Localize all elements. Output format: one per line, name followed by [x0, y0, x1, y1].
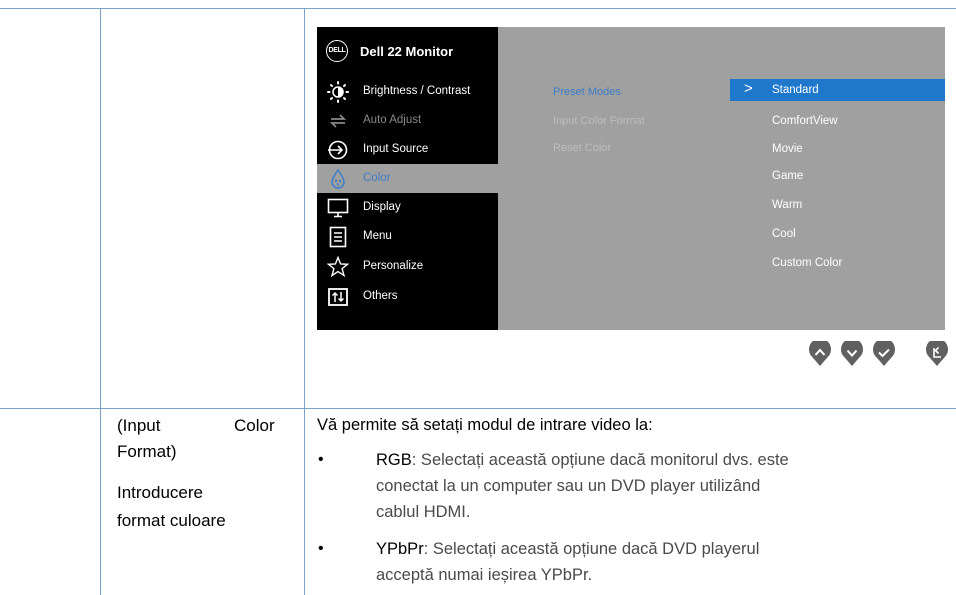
rgb-line-3: cablul HDMI.: [376, 503, 471, 521]
option-name-ro-1: Introducere: [117, 483, 203, 502]
menu-label: Color: [363, 172, 391, 184]
option-label: Movie: [772, 143, 803, 155]
osd-title: Dell 22 Monitor: [360, 44, 454, 59]
rgb-line-1: RGB: Selectați această opțiune dacă moni…: [376, 451, 789, 470]
back-icon[interactable]: [925, 341, 949, 367]
table-divider-2: [304, 8, 305, 595]
bullet-rgb: •: [318, 451, 324, 468]
check-icon[interactable]: [872, 341, 896, 367]
menu-item-menu[interactable]: Menu: [317, 222, 498, 251]
description-intro: Vă permite să setați modul de intrare vi…: [317, 416, 653, 434]
osd-header: DELL Dell 22 Monitor: [317, 27, 498, 73]
ypbpr-line-1: YPbPr: Selectați această opțiune dacă DV…: [376, 540, 759, 559]
down-arrow-icon[interactable]: [840, 341, 864, 367]
option-warm[interactable]: Warm: [730, 194, 945, 216]
menu-item-color[interactable]: Color: [317, 164, 498, 193]
option-game[interactable]: Game: [730, 165, 945, 187]
menu-item-display[interactable]: Display: [317, 193, 498, 222]
auto-adjust-icon: [329, 114, 347, 128]
star-icon: [327, 256, 349, 278]
menu-label: Input Source: [363, 143, 429, 155]
ypbpr-text: : Selectați această opțiune dacă DVD pla…: [423, 540, 760, 558]
menu-label: Brightness / Contrast: [363, 85, 471, 97]
menu-item-brightness-contrast[interactable]: Brightness / Contrast: [317, 77, 498, 106]
menu-label: Personalize: [363, 260, 424, 272]
option-label: Warm: [772, 199, 803, 211]
chevron-right-icon: >: [744, 80, 753, 97]
option-name-en-2: Color: [234, 416, 275, 435]
option-movie[interactable]: Movie: [730, 138, 945, 160]
osd-screen: DELL Dell 22 Monitor Brightness / Contra…: [317, 27, 945, 330]
rgb-line-2: conectat la un computer sau un DVD playe…: [376, 477, 761, 495]
option-cool[interactable]: Cool: [730, 223, 945, 245]
rgb-text: : Selectați această opțiune dacă monitor…: [411, 451, 789, 469]
submenu-input-color-format[interactable]: Input Color Format: [553, 115, 645, 127]
menu-item-personalize[interactable]: Personalize: [317, 252, 498, 281]
table-border-top: [0, 8, 956, 9]
option-label: ComfortView: [772, 115, 838, 127]
brightness-icon: [327, 81, 349, 103]
menu-label: Display: [363, 201, 401, 213]
ypbpr-line-2: acceptă numai ieșirea YPbPr.: [376, 566, 593, 584]
menu-label: Menu: [363, 230, 392, 242]
submenu-preset-modes[interactable]: Preset Modes: [553, 86, 621, 98]
menu-label: Auto Adjust: [363, 114, 422, 126]
menu-icon: [329, 226, 347, 248]
rgb-term: RGB: [376, 451, 412, 469]
osd-main-menu: DELL Dell 22 Monitor Brightness / Contra…: [317, 27, 498, 330]
dell-logo: DELL: [326, 40, 348, 62]
up-arrow-icon[interactable]: [808, 341, 832, 367]
option-label: Custom Color: [772, 257, 843, 269]
option-label: Game: [772, 170, 804, 182]
option-label: Standard: [772, 84, 819, 96]
input-source-icon: [328, 140, 348, 160]
menu-item-input-source[interactable]: Input Source: [317, 135, 498, 164]
menu-label: Others: [363, 290, 398, 302]
color-icon: [331, 168, 345, 189]
table-divider-1: [100, 8, 101, 595]
ypbpr-term: YPbPr: [376, 540, 424, 558]
submenu-reset-color[interactable]: Reset Color: [553, 142, 611, 154]
option-comfortview[interactable]: ComfortView: [730, 110, 945, 132]
option-name-ro-2: format culoare: [117, 511, 226, 530]
option-label: Cool: [772, 228, 796, 240]
menu-item-others[interactable]: Others: [317, 282, 498, 311]
display-icon: [327, 198, 349, 218]
option-standard[interactable]: > Standard: [730, 79, 945, 101]
table-border-middle: [0, 408, 956, 409]
option-custom-color[interactable]: Custom Color: [730, 252, 945, 274]
option-name-en-1: (Input: [117, 416, 161, 435]
others-icon: [328, 288, 348, 306]
option-name-en-3: Format): [117, 442, 177, 461]
menu-item-auto-adjust[interactable]: Auto Adjust: [317, 106, 498, 135]
bullet-ypbpr: •: [318, 540, 324, 557]
